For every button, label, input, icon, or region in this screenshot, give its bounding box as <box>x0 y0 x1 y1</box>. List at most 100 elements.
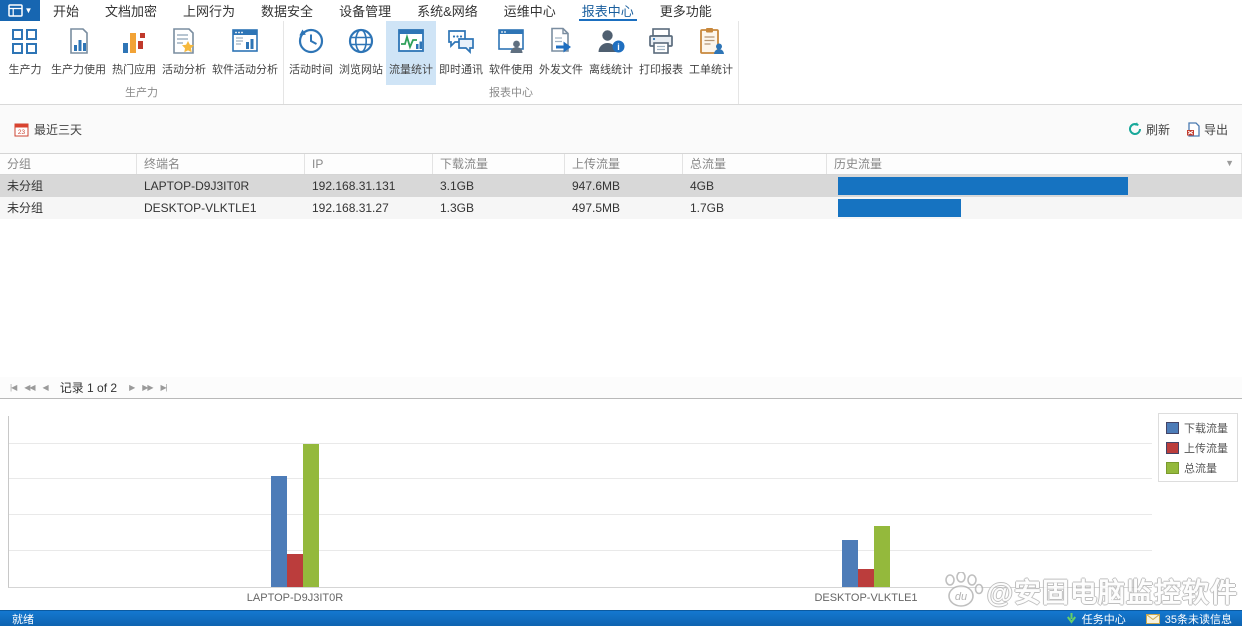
bar-下载流量 <box>842 540 858 587</box>
cell-download: 1.3GB <box>433 197 565 219</box>
col-header-history[interactable]: 历史流量 <box>827 154 1242 174</box>
menu-tab-4[interactable]: 数据安全 <box>248 0 326 21</box>
history-traffic-bar <box>838 199 961 217</box>
date-range-filter[interactable]: 23 最近三天 <box>14 121 82 138</box>
activity-time-icon <box>296 23 326 59</box>
next-group-button[interactable]: ▶▶ <box>138 383 156 392</box>
work-order-icon <box>696 23 726 59</box>
ribbon-item-label: 活动分析 <box>162 61 206 77</box>
cell-total: 1.7GB <box>683 197 827 219</box>
col-header-ip[interactable]: IP <box>305 154 433 174</box>
next-record-button[interactable]: ▶ <box>125 383 138 392</box>
cell-upload: 947.6MB <box>565 175 683 197</box>
ribbon-item-label: 活动时间 <box>289 61 333 77</box>
menu-tab-8[interactable]: 报表中心 <box>569 0 647 21</box>
menu-tab-6[interactable]: 系统&网络 <box>404 0 491 21</box>
activity-analysis-icon <box>169 23 199 59</box>
menu-tab-1[interactable]: 开始 <box>40 0 92 21</box>
ribbon-item-traffic-stats[interactable]: 流量统计 <box>386 21 436 85</box>
col-header-upload[interactable]: 上传流量 <box>565 154 683 174</box>
menu-bar: ▼ 开始文档加密上网行为数据安全设备管理系统&网络运维中心报表中心更多功能 <box>0 0 1242 21</box>
productivity-usage-icon <box>64 23 94 59</box>
chart-plot-area: LAPTOP-D9J3IT0RDESKTOP-VLKTLE1 <box>8 416 1152 588</box>
filter-bar: 23 最近三天 刷新 导出 <box>0 105 1242 153</box>
menu-tab-7[interactable]: 运维中心 <box>491 0 569 21</box>
calendar-icon: 23 <box>14 122 29 137</box>
export-button[interactable]: 导出 <box>1186 121 1228 138</box>
offline-stats-icon: i <box>596 23 626 59</box>
export-file-icon <box>1186 122 1200 137</box>
col-header-group[interactable]: 分组 <box>0 154 137 174</box>
unread-messages-button[interactable]: 35条未读信息 <box>1165 611 1232 626</box>
table-row[interactable]: 未分组DESKTOP-VLKTLE1192.168.31.271.3GB497.… <box>0 197 1242 219</box>
chart-gridline <box>9 443 1152 444</box>
ribbon-items-row: 生产力生产力使用热门应用活动分析软件活动分析 <box>2 21 281 85</box>
col-header-total[interactable]: 总流量 <box>683 154 827 174</box>
col-header-download[interactable]: 下载流量 <box>433 154 565 174</box>
svg-text:du: du <box>955 591 967 603</box>
col-header-terminal[interactable]: 终端名 <box>137 154 305 174</box>
ribbon-group-label: 生产力 <box>2 85 281 104</box>
bar-上传流量 <box>287 554 303 587</box>
legend-entry: 上传流量 <box>1166 440 1231 456</box>
ribbon-group-label: 报表中心 <box>286 85 736 104</box>
ribbon-item-outgoing-files[interactable]: 外发文件 <box>536 21 586 85</box>
ribbon-item-im[interactable]: 即时通讯 <box>436 21 486 85</box>
chart-category-label: DESKTOP-VLKTLE1 <box>814 592 917 604</box>
prev-group-button[interactable]: ◀◀ <box>20 383 38 392</box>
app-logo-icon <box>8 4 23 17</box>
menu-tab-3[interactable]: 上网行为 <box>170 0 248 21</box>
ribbon: 生产力生产力使用热门应用活动分析软件活动分析生产力活动时间浏览网站流量统计即时通… <box>0 21 1242 105</box>
ribbon-item-software-usage[interactable]: 软件使用 <box>486 21 536 85</box>
ribbon-item-productivity-grid[interactable]: 生产力 <box>2 21 48 85</box>
record-pager: |◀ ◀◀ ◀ 记录 1 of 2 ▶ ▶▶ ▶| <box>0 377 1242 399</box>
cell-terminal: DESKTOP-VLKTLE1 <box>137 197 305 219</box>
ribbon-item-label: 打印报表 <box>639 61 683 77</box>
ribbon-item-hot-apps[interactable]: 热门应用 <box>109 21 159 85</box>
ribbon-item-label: 离线统计 <box>589 61 633 77</box>
prev-record-button[interactable]: ◀ <box>39 383 52 392</box>
last-page-button[interactable]: ▶| <box>157 383 171 392</box>
ribbon-item-software-activity[interactable]: 软件活动分析 <box>209 21 281 85</box>
ribbon-item-label: 热门应用 <box>112 61 156 77</box>
ribbon-item-work-order[interactable]: 工单统计 <box>686 21 736 85</box>
menu-tab-2[interactable]: 文档加密 <box>92 0 170 21</box>
bar-上传流量 <box>858 569 874 587</box>
app-logo-button[interactable]: ▼ <box>0 0 40 21</box>
ribbon-item-productivity-usage[interactable]: 生产力使用 <box>48 21 109 85</box>
software-activity-icon <box>230 23 260 59</box>
legend-swatch <box>1166 442 1179 454</box>
ribbon-item-activity-time[interactable]: 活动时间 <box>286 21 336 85</box>
outgoing-files-icon <box>546 23 576 59</box>
bar-下载流量 <box>271 476 287 587</box>
first-page-button[interactable]: |◀ <box>6 383 20 392</box>
im-icon <box>446 23 476 59</box>
cell-download: 3.1GB <box>433 175 565 197</box>
cell-ip: 192.168.31.27 <box>305 197 433 219</box>
ribbon-item-label: 流量统计 <box>389 61 433 77</box>
cell-upload: 497.5MB <box>565 197 683 219</box>
table-header: 分组 终端名 IP 下载流量 上传流量 总流量 历史流量 ▼ <box>0 153 1242 175</box>
table-empty-area <box>0 219 1242 377</box>
ribbon-item-label: 外发文件 <box>539 61 583 77</box>
productivity-grid-icon <box>10 23 40 59</box>
ribbon-item-browse-website[interactable]: 浏览网站 <box>336 21 386 85</box>
ribbon-item-activity-analysis[interactable]: 活动分析 <box>159 21 209 85</box>
table-row[interactable]: 未分组LAPTOP-D9J3IT0R192.168.31.1313.1GB947… <box>0 175 1242 197</box>
task-center-button[interactable]: 任务中心 <box>1082 611 1126 626</box>
chart-gridline <box>9 550 1152 551</box>
ribbon-item-print-report[interactable]: 打印报表 <box>636 21 686 85</box>
header-filter-icon[interactable]: ▼ <box>1225 158 1234 168</box>
mail-icon <box>1146 614 1160 624</box>
hot-apps-icon <box>119 23 149 59</box>
refresh-button[interactable]: 刷新 <box>1128 121 1170 138</box>
chart-legend: 下载流量上传流量总流量 <box>1158 413 1238 482</box>
ribbon-item-label: 即时通讯 <box>439 61 483 77</box>
menu-tab-5[interactable]: 设备管理 <box>326 0 404 21</box>
refresh-icon <box>1128 122 1142 136</box>
bar-总流量 <box>303 444 319 587</box>
chart-gridline <box>9 478 1152 479</box>
ribbon-item-offline-stats[interactable]: i 离线统计 <box>586 21 636 85</box>
cell-total: 4GB <box>683 175 827 197</box>
menu-tab-9[interactable]: 更多功能 <box>647 0 725 21</box>
